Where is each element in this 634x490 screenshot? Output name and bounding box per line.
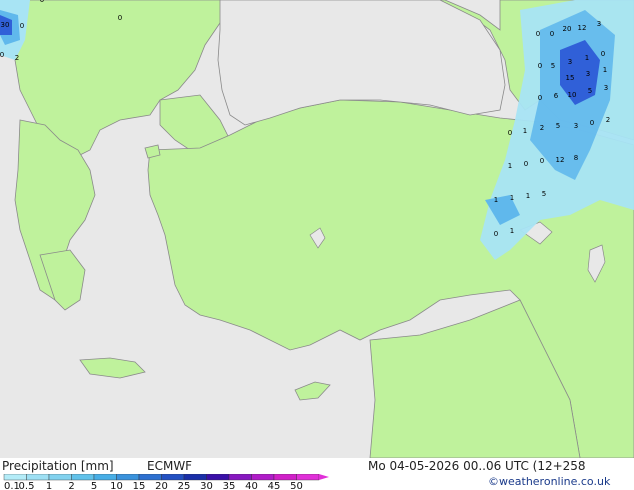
legend-swatch xyxy=(26,474,50,481)
legend-swatch xyxy=(273,474,297,481)
legend-tick-label: 15 xyxy=(133,481,146,490)
precip-value-label: 20 xyxy=(563,25,572,33)
legend-swatch xyxy=(161,474,185,481)
precip-value-label: 0 xyxy=(590,119,594,127)
legend-tick-label: 40 xyxy=(245,481,258,490)
precip-value-label: 12 xyxy=(556,156,565,164)
precip-value-label: 15 xyxy=(566,74,575,82)
precip-value-label: 8 xyxy=(574,154,578,162)
precip-value-label: 0 xyxy=(540,157,544,165)
precip-value-label: 1 xyxy=(494,196,498,204)
precip-value-label: 5 xyxy=(556,122,560,130)
precip-value-label: 0 xyxy=(538,94,542,102)
legend-swatch xyxy=(183,474,207,481)
precip-value-label: 5 xyxy=(551,62,555,70)
legend-swatch xyxy=(93,474,117,481)
precip-value-label: 2 xyxy=(606,116,610,124)
precip-value-label: 0 xyxy=(601,50,605,58)
legend-swatch xyxy=(296,474,320,481)
precip-value-label: 1 xyxy=(585,54,589,62)
legend-swatch xyxy=(3,474,27,481)
legend-tick-label: 5 xyxy=(91,481,97,490)
legend-tick-label: 35 xyxy=(223,481,236,490)
legend-tick-label: 1 xyxy=(46,481,52,490)
precip-value-label: 10 xyxy=(568,91,577,99)
precip-value-label: 1 xyxy=(510,194,514,202)
precip-value-label: 12 xyxy=(578,24,587,32)
legend-arrow xyxy=(319,474,329,480)
precip-value-label: 6 xyxy=(554,92,559,100)
legend-swatch xyxy=(206,474,230,481)
precip-value-label: 1 xyxy=(603,66,607,74)
precip-value-label: 1 xyxy=(508,162,512,170)
legend-tick-label: 10 xyxy=(110,481,123,490)
legend-tick-label: 0.1 xyxy=(4,481,20,490)
precip-value-label: 2 xyxy=(540,124,544,132)
precip-value-label: 1 xyxy=(526,192,530,200)
legend-tick-label: 45 xyxy=(268,481,281,490)
legend-tick-label: 50 xyxy=(290,481,303,490)
precip-value-label: 1 xyxy=(510,227,514,235)
precip-value-label: 0 xyxy=(494,230,498,238)
precip-value-label: 3 xyxy=(586,70,590,78)
precip-value-label: 0 xyxy=(538,62,542,70)
legend-swatch xyxy=(138,474,162,481)
precip-value-label: 0 xyxy=(524,160,528,168)
precip-value-label: 0 xyxy=(536,30,540,38)
credit-link[interactable]: ©weatheronline.co.uk xyxy=(488,475,610,488)
precip-value-label: 3 xyxy=(568,58,572,66)
precip-value-label: 5 xyxy=(588,87,592,95)
precip-value-label: 3 xyxy=(597,20,601,28)
legend-tick-label: 20 xyxy=(155,481,168,490)
valid-datetime: Mo 04-05-2026 00..06 UTC (12+258 xyxy=(368,459,586,473)
precip-value-label: 0 xyxy=(20,22,24,30)
precip-value-label: 0 xyxy=(40,0,44,4)
precip-value-label: 0 xyxy=(118,14,122,22)
precip-value-label: 5 xyxy=(542,190,546,198)
precip-value-label: 1 xyxy=(523,127,527,135)
precip-value-label: 3 xyxy=(574,122,578,130)
legend-tick-label: 30 xyxy=(200,481,213,490)
legend-tick-label: 25 xyxy=(178,481,191,490)
precip-value-label: 0 xyxy=(508,129,512,137)
legend-swatch xyxy=(251,474,275,481)
precipitation-map: 30 00 200 020 12 30 5 3 1 015 3 10 6 10 5 30 1 2 5 3 0 21 0 0 12… xyxy=(0,0,634,458)
legend-swatch xyxy=(48,474,72,481)
legend-swatch xyxy=(228,474,252,481)
model-name: ECMWF xyxy=(147,459,193,473)
precip-value-label: 3 xyxy=(604,84,608,92)
precip-value-label: 0 xyxy=(0,51,4,59)
precip-value-label: 2 xyxy=(15,54,19,62)
legend-tick-label: 0.5 xyxy=(19,481,35,490)
precip-value-label: 30 xyxy=(1,21,10,29)
legend-swatch xyxy=(71,474,95,481)
legend-tick-label: 2 xyxy=(68,481,74,490)
precip-legend: 0.10.5 1 2 5 10 15 20 25 30 35 40 45 50 xyxy=(3,474,329,490)
precip-value-label: 0 xyxy=(550,30,554,38)
map-title: Precipitation [mm] xyxy=(2,459,114,473)
legend-swatch xyxy=(116,474,140,481)
